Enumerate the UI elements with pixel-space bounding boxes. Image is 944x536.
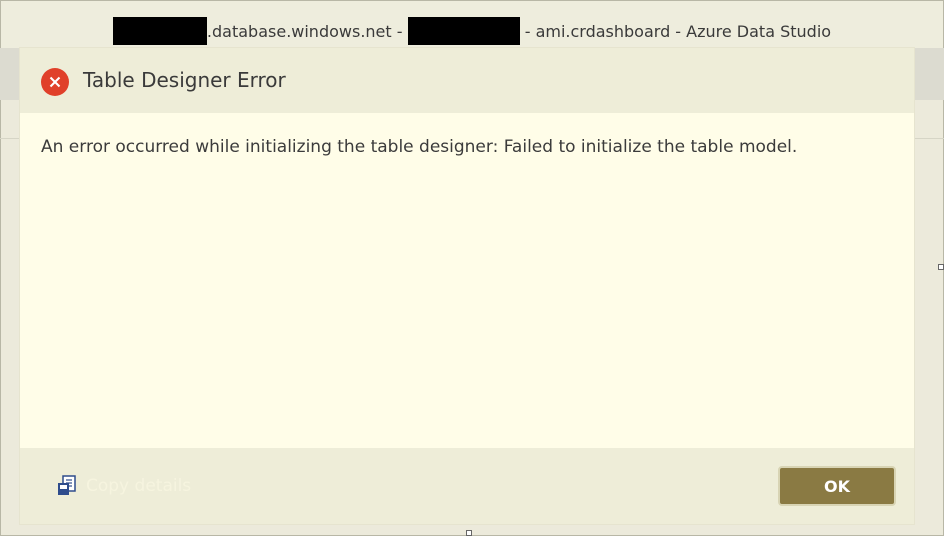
- error-message: An error occurred while initializing the…: [41, 137, 798, 157]
- ok-button[interactable]: OK: [778, 466, 896, 506]
- background-toolbar-right: [914, 48, 944, 100]
- error-icon: [41, 68, 69, 96]
- window-title-part2: - ami.crdashboard - Azure Data Studio: [524, 22, 832, 41]
- window-title-part1: .database.windows.net -: [206, 22, 403, 41]
- redacted-server-name: [112, 17, 207, 45]
- dialog-header: Table Designer Error: [20, 48, 914, 113]
- error-dialog: Table Designer Error An error occurred w…: [20, 48, 914, 524]
- copy-details-label: Copy details: [86, 476, 192, 496]
- background-toolbar-left: [0, 48, 20, 100]
- dialog-title: Table Designer Error: [83, 68, 286, 92]
- resize-handle-right[interactable]: [938, 264, 944, 270]
- title-bar: .database.windows.net - - ami.crdashboar…: [1, 1, 943, 51]
- resize-handle-bottom[interactable]: [466, 530, 472, 536]
- copy-details-button[interactable]: Copy details: [56, 474, 191, 498]
- dialog-footer: Copy details OK: [20, 448, 914, 524]
- redacted-database-name: [407, 17, 520, 45]
- window-title: .database.windows.net - - ami.crdashboar…: [1, 17, 943, 45]
- copy-icon: [56, 475, 78, 497]
